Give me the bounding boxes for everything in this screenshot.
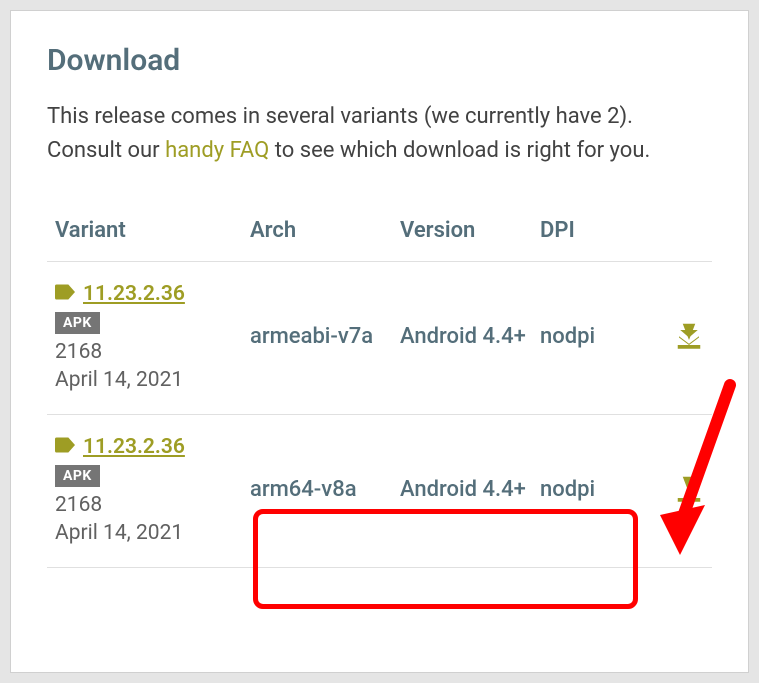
version-cell: Android 4.4+ [400,475,540,505]
header-variant: Variant [55,218,250,243]
variant-build: 2168 [55,340,250,364]
download-cell [630,320,704,354]
tag-icon [55,284,75,304]
tag-icon [55,437,75,457]
table-row: 11.23.2.36 APK 2168 April 14, 2021 arm64… [47,415,712,568]
apk-badge: APK [55,312,100,334]
table-row: 11.23.2.36 APK 2168 April 14, 2021 armea… [47,262,712,415]
variant-cell: 11.23.2.36 APK 2168 April 14, 2021 [55,435,250,545]
header-dpi: DPI [540,218,630,243]
section-description: This release comes in several variants (… [47,100,712,168]
arch-cell: arm64-v8a [250,475,400,505]
dpi-cell: nodpi [540,322,630,352]
table-header: Variant Arch Version DPI [47,208,712,262]
variant-top: 11.23.2.36 [55,435,250,459]
header-download [630,218,704,243]
faq-link[interactable]: handy FAQ [165,138,269,163]
version-cell: Android 4.4+ [400,322,540,352]
arch-cell: armeabi-v7a [250,322,400,352]
header-version: Version [400,218,540,243]
download-cell [630,473,704,507]
download-card: Download This release comes in several v… [10,10,749,673]
download-icon[interactable] [674,335,704,354]
variant-cell: 11.23.2.36 APK 2168 April 14, 2021 [55,282,250,392]
variant-version-link[interactable]: 11.23.2.36 [83,282,185,306]
variant-build: 2168 [55,493,250,517]
desc-text-2: to see which download is right for you. [269,138,650,163]
apk-badge: APK [55,465,100,487]
variant-date: April 14, 2021 [55,368,250,392]
variant-top: 11.23.2.36 [55,282,250,306]
download-icon[interactable] [674,488,704,507]
dpi-cell: nodpi [540,475,630,505]
variant-date: April 14, 2021 [55,521,250,545]
variants-table: Variant Arch Version DPI 11.23.2.36 APK … [47,208,712,568]
variant-version-link[interactable]: 11.23.2.36 [83,435,185,459]
header-arch: Arch [250,218,400,243]
section-title: Download [47,43,712,78]
